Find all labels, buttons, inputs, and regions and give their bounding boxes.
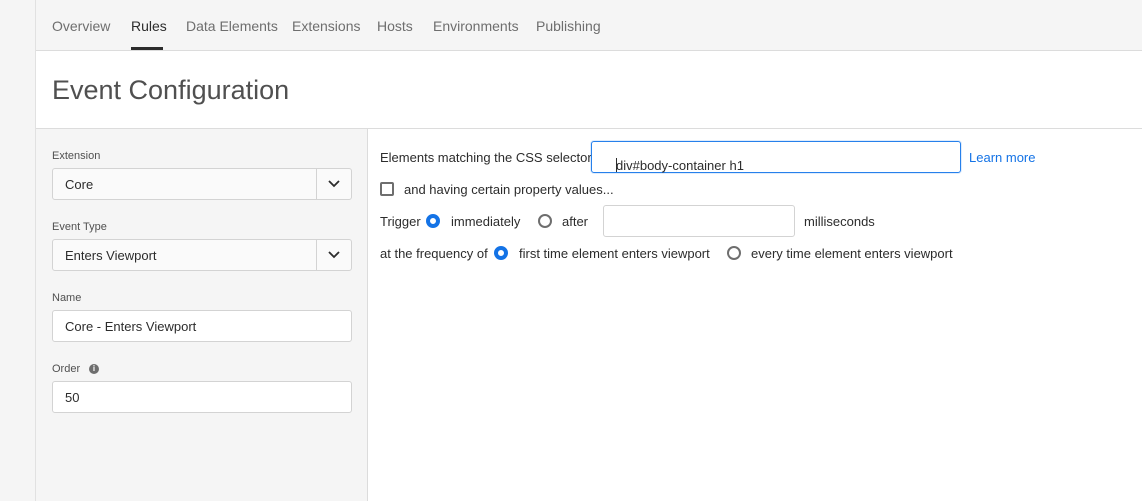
order-value: 50: [65, 390, 80, 405]
milliseconds-label: milliseconds: [804, 214, 875, 229]
frequency-every-time-radio[interactable]: [727, 246, 741, 260]
tab-overview[interactable]: Overview: [52, 18, 110, 34]
name-value: Core - Enters Viewport: [65, 319, 197, 334]
trigger-after-radio[interactable]: [538, 214, 552, 228]
trigger-immediately-radio[interactable]: [426, 214, 440, 228]
name-field[interactable]: Core - Enters Viewport: [52, 310, 352, 342]
active-tab-indicator: [131, 47, 163, 50]
event-sidebar: Extension Core Event Type Enters Viewpor…: [36, 129, 368, 501]
css-selector-label: Elements matching the CSS selector: [380, 150, 592, 165]
frequency-label: at the frequency of: [380, 246, 488, 261]
info-icon[interactable]: i: [89, 364, 99, 374]
frequency-first-time-label[interactable]: first time element enters viewport: [519, 246, 710, 261]
event-type-label: Event Type: [52, 221, 107, 233]
order-label: Order: [52, 363, 81, 375]
extension-select[interactable]: Core: [52, 168, 352, 200]
tab-rules[interactable]: Rules: [131, 18, 167, 34]
delay-milliseconds-input[interactable]: [603, 205, 795, 237]
css-selector-input[interactable]: div#body-container h1: [591, 141, 961, 173]
event-type-select[interactable]: Enters Viewport: [52, 239, 352, 271]
tab-hosts[interactable]: Hosts: [377, 18, 413, 34]
page-header: Event Configuration: [36, 51, 1142, 129]
extension-label: Extension: [52, 150, 101, 162]
trigger-label: Trigger: [380, 214, 421, 229]
extension-dropdown-button[interactable]: [316, 169, 351, 199]
event-config-panel: Elements matching the CSS selector div#b…: [368, 129, 1142, 501]
tab-environments[interactable]: Environments: [433, 18, 519, 34]
chevron-down-icon: [328, 180, 340, 188]
trigger-after-label[interactable]: after: [562, 214, 588, 229]
order-field[interactable]: 50: [52, 381, 352, 413]
left-rail: [0, 0, 36, 501]
event-type-dropdown-button[interactable]: [316, 240, 351, 270]
page-title: Event Configuration: [52, 75, 290, 105]
tab-publishing[interactable]: Publishing: [536, 18, 601, 34]
event-type-value: Enters Viewport: [65, 248, 157, 263]
tab-data-elements[interactable]: Data Elements: [186, 18, 278, 34]
frequency-every-time-label[interactable]: every time element enters viewport: [751, 246, 953, 261]
learn-more-link[interactable]: Learn more: [969, 150, 1035, 165]
tab-extensions[interactable]: Extensions: [292, 18, 360, 34]
chevron-down-icon: [328, 251, 340, 259]
extension-value: Core: [65, 177, 94, 192]
frequency-first-time-radio[interactable]: [494, 246, 508, 260]
name-label: Name: [52, 292, 82, 304]
top-navigation: Overview Rules Data Elements Extensions …: [36, 0, 1142, 51]
property-values-label[interactable]: and having certain property values...: [404, 182, 614, 197]
trigger-immediately-label[interactable]: immediately: [451, 214, 520, 229]
property-values-checkbox[interactable]: [380, 182, 394, 196]
